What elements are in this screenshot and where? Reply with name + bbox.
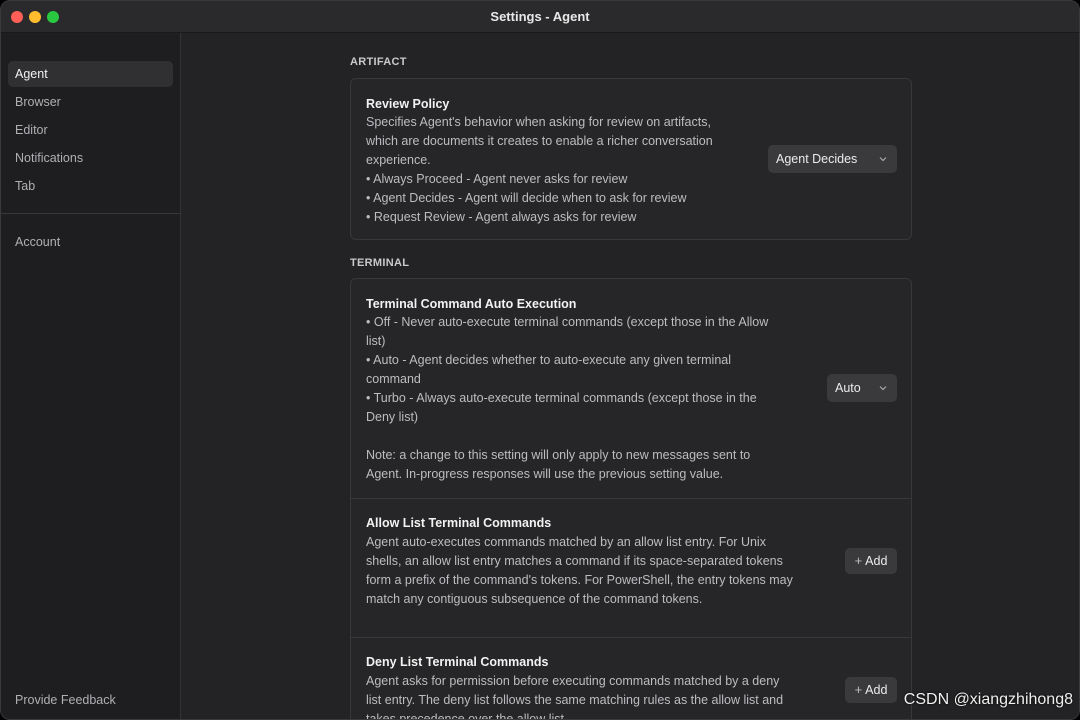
deny-list-description: Agent asks for permission before executi… <box>366 674 784 719</box>
plus-icon: + <box>854 682 863 697</box>
allow-list-add-button[interactable]: + Add <box>845 548 897 574</box>
auto-execution-title: Terminal Command Auto Execution <box>366 297 577 311</box>
watermark: CSDN @xiangzhihong8 <box>903 691 1073 708</box>
sidebar-item-account[interactable]: Account <box>8 229 173 255</box>
auto-execution-description: • Off - Never auto-execute terminal comm… <box>366 315 769 481</box>
auto-execution-row: Terminal Command Auto Execution • Off - … <box>351 279 911 498</box>
sidebar-item-editor[interactable]: Editor <box>8 117 173 143</box>
sidebar-divider <box>1 213 181 214</box>
review-policy-value: Agent Decides <box>776 152 858 166</box>
deny-list-add-button[interactable]: + Add <box>845 677 897 703</box>
review-policy-description: Specifies Agent's behavior when asking f… <box>366 115 713 224</box>
artifact-card: Review Policy Specifies Agent's behavior… <box>350 78 912 240</box>
sidebar-item-browser[interactable]: Browser <box>8 89 173 115</box>
allow-list-row: Allow List Terminal Commands Agent auto-… <box>351 498 911 637</box>
section-label-terminal: TERMINAL <box>350 257 410 269</box>
settings-window: Settings - Agent Agent Browser Editor No… <box>0 0 1080 720</box>
chevron-down-icon <box>879 157 887 162</box>
provide-feedback-link[interactable]: Provide Feedback <box>15 693 116 707</box>
auto-execution-value: Auto <box>835 381 861 395</box>
sidebar-item-notifications[interactable]: Notifications <box>8 145 173 171</box>
review-policy-row: Review Policy Specifies Agent's behavior… <box>351 79 911 241</box>
chevron-down-icon <box>879 386 887 391</box>
sidebar-item-agent[interactable]: Agent <box>8 61 173 87</box>
window-title: Settings - Agent <box>490 9 590 24</box>
sidebar-item-tab[interactable]: Tab <box>8 173 173 199</box>
section-label-artifact: ARTIFACT <box>350 56 407 68</box>
allow-list-description: Agent auto-executes commands matched by … <box>366 535 793 606</box>
sidebar: Agent Browser Editor Notifications Tab A… <box>1 33 181 719</box>
auto-execution-dropdown[interactable]: Auto <box>827 374 897 402</box>
plus-icon: + <box>854 553 863 568</box>
deny-list-title: Deny List Terminal Commands <box>366 655 549 669</box>
review-policy-dropdown[interactable]: Agent Decides <box>768 145 897 173</box>
review-policy-title: Review Policy <box>366 97 450 111</box>
settings-content: ARTIFACT Review Policy Specifies Agent's… <box>182 33 1079 719</box>
title-bar: Settings - Agent <box>1 1 1079 33</box>
deny-list-row: Deny List Terminal Commands Agent asks f… <box>351 637 911 719</box>
terminal-card: Terminal Command Auto Execution • Off - … <box>350 278 912 719</box>
allow-list-title: Allow List Terminal Commands <box>366 516 552 530</box>
